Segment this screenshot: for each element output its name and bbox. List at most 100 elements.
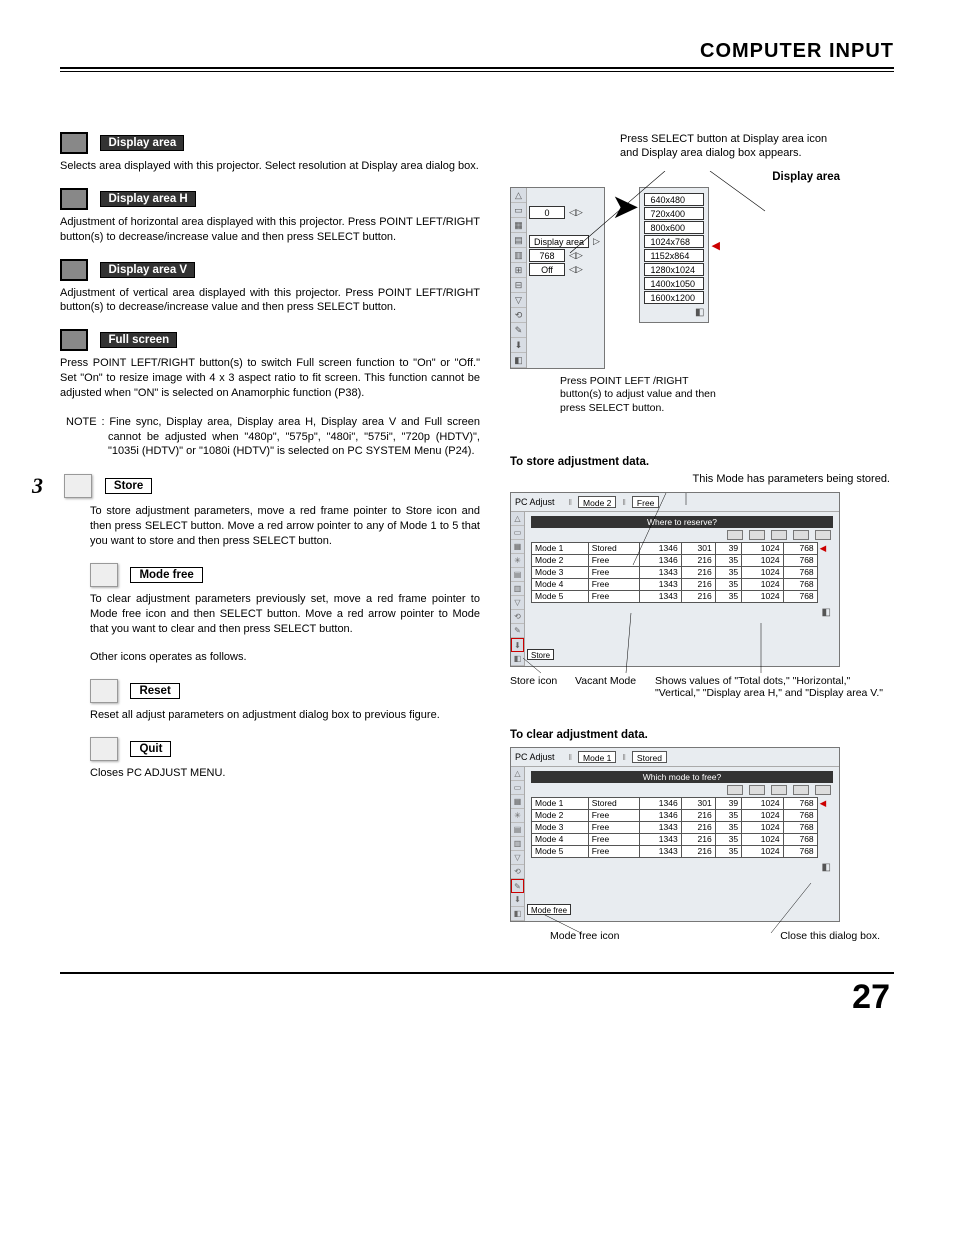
- sb-icon[interactable]: ▤: [511, 568, 524, 582]
- lr-arrow-icon-3[interactable]: ◁▷: [567, 264, 585, 275]
- mode-free-tag: Mode free: [527, 904, 571, 915]
- table-row[interactable]: Mode 4Free1343216351024768: [532, 833, 833, 845]
- sb-store-icon[interactable]: ⬇: [511, 638, 524, 652]
- sb-icon[interactable]: ▽: [511, 596, 524, 610]
- sb-icon[interactable]: ▥: [511, 582, 524, 596]
- resolution-option[interactable]: 1280x1024: [644, 263, 704, 276]
- store-text: To store adjustment parameters, move a r…: [90, 504, 480, 549]
- sb-quit-icon[interactable]: ◧: [511, 652, 524, 666]
- col-icons-2: [531, 785, 833, 797]
- resolution-option[interactable]: 1152x864: [644, 249, 704, 262]
- sb-icon[interactable]: ✳: [511, 554, 524, 568]
- store-table: Mode 1Stored1346301391024768◀Mode 2Free1…: [531, 542, 833, 603]
- resolution-option[interactable]: 1400x1050: [644, 277, 704, 290]
- sidebar-icon-6[interactable]: ⊟: [511, 278, 526, 293]
- callout-store-icon: Store icon: [510, 675, 565, 699]
- red-pointer-icon: ◀: [711, 239, 719, 252]
- sb-free-icon[interactable]: ✎: [511, 879, 524, 893]
- divider-icon: ‖: [622, 752, 626, 762]
- sidebar-icon-2[interactable]: ▦: [511, 218, 526, 233]
- sidebar-store-icon[interactable]: ⬇: [511, 338, 526, 353]
- quit-label: Quit: [130, 741, 171, 757]
- note-text: NOTE : Fine sync, Display area, Display …: [60, 415, 480, 460]
- sidebar-icon[interactable]: ▭: [511, 203, 526, 218]
- red-pointer-icon: ◀: [817, 542, 832, 554]
- sb-icon[interactable]: △: [511, 767, 524, 781]
- col-icons: [531, 530, 833, 542]
- col-icon: [727, 530, 743, 540]
- callout-values: Shows values of "Total dots," "Horizonta…: [655, 675, 890, 699]
- quit-text: Closes PC ADJUST MENU.: [90, 766, 480, 781]
- clear-close-icon[interactable]: ◧: [531, 858, 833, 873]
- table-row[interactable]: Mode 4Free1343216351024768: [532, 578, 833, 590]
- full-screen-label: Full screen: [100, 332, 177, 348]
- sidebar-icon-3[interactable]: ▤: [511, 233, 526, 248]
- enter-arrow-icon[interactable]: ▷: [591, 236, 602, 247]
- table-row[interactable]: Mode 3Free1343216351024768: [532, 566, 833, 578]
- reset-text: Reset all adjust parameters on adjustmen…: [90, 708, 480, 723]
- col-icon: [771, 530, 787, 540]
- resolution-option[interactable]: 720x400: [644, 207, 704, 220]
- quit-icon: [90, 737, 118, 761]
- lr-arrow-icon-2[interactable]: ◁▷: [567, 250, 585, 261]
- resolution-option[interactable]: 640x480: [644, 193, 704, 206]
- sb-icon[interactable]: ▤: [511, 823, 524, 837]
- sb-icon[interactable]: ▭: [511, 781, 524, 795]
- reset-icon: [90, 679, 118, 703]
- sidebar-down-icon[interactable]: ▽: [511, 293, 526, 308]
- section-display-area-h: Display area H Adjustment of horizontal …: [60, 188, 480, 245]
- sb-icon[interactable]: ✳: [511, 809, 524, 823]
- sidebar-icon-4[interactable]: ▥: [511, 248, 526, 263]
- display-area-title: Display area: [510, 171, 840, 183]
- resolution-option[interactable]: 1600x1200: [644, 291, 704, 304]
- clear-table: Mode 1Stored1346301391024768◀Mode 2Free1…: [531, 797, 833, 858]
- lr-arrow-icon[interactable]: ◁▷: [567, 207, 585, 218]
- value-display-area[interactable]: Display area: [529, 235, 589, 248]
- sidebar-up-icon[interactable]: △: [511, 188, 526, 203]
- sidebar-free-icon[interactable]: ✎: [511, 323, 526, 338]
- resolution-option[interactable]: 1024x768: [644, 235, 704, 248]
- clear-banner: Which mode to free?: [531, 771, 833, 783]
- close-icon[interactable]: ◧: [644, 305, 704, 318]
- step-3-row: 3 Store: [32, 473, 480, 499]
- table-row[interactable]: Mode 2Free1346216351024768: [532, 554, 833, 566]
- sb-icon[interactable]: ✎: [511, 624, 524, 638]
- table-row[interactable]: Mode 5Free1343216351024768: [532, 590, 833, 602]
- sb-icon[interactable]: ▽: [511, 851, 524, 865]
- sb-icon[interactable]: ▦: [511, 795, 524, 809]
- sb-icon[interactable]: ⟲: [511, 610, 524, 624]
- divider-icon-2: ‖: [622, 497, 626, 507]
- col-icon: [771, 785, 787, 795]
- resolution-option[interactable]: 800x600: [644, 221, 704, 234]
- left-column: Display area Selects area displayed with…: [60, 132, 480, 942]
- sb-icon[interactable]: ▭: [511, 526, 524, 540]
- table-row[interactable]: Mode 3Free1343216351024768: [532, 821, 833, 833]
- full-screen-text: Press POINT LEFT/RIGHT button(s) to swit…: [60, 356, 480, 401]
- header-mode: Mode 2: [578, 496, 616, 508]
- table-row[interactable]: Mode 1Stored1346301391024768◀: [532, 797, 833, 809]
- store-close-icon[interactable]: ◧: [531, 603, 833, 618]
- sb-store-icon[interactable]: ⬇: [511, 893, 524, 907]
- sb-icon[interactable]: ▥: [511, 837, 524, 851]
- table-row[interactable]: Mode 1Stored1346301391024768◀: [532, 542, 833, 554]
- header-status-2: Stored: [632, 751, 667, 763]
- sidebar-quit-icon[interactable]: ◧: [511, 353, 526, 368]
- table-row[interactable]: Mode 2Free1346216351024768: [532, 809, 833, 821]
- right-column: Press SELECT button at Display area icon…: [510, 132, 890, 942]
- sb-icon[interactable]: ▦: [511, 540, 524, 554]
- table-row[interactable]: Mode 5Free1343216351024768: [532, 845, 833, 857]
- sb-icon[interactable]: ⟲: [511, 865, 524, 879]
- sb-quit-icon[interactable]: ◧: [511, 907, 524, 921]
- sidebar-icon-5[interactable]: ⊞: [511, 263, 526, 278]
- section-mode-free: Mode free: [90, 563, 480, 587]
- display-area-v-icon: [60, 259, 88, 281]
- col-icon: [793, 785, 809, 795]
- callout-mode-free-icon: Mode free icon: [550, 930, 619, 942]
- store-section-title: To store adjustment data.: [510, 456, 890, 468]
- sb-icon[interactable]: △: [511, 512, 524, 526]
- sidebar-reset-icon[interactable]: ⟲: [511, 308, 526, 323]
- store-banner: Where to reserve?: [531, 516, 833, 528]
- display-area-h-label: Display area H: [100, 191, 195, 207]
- step-number-3: 3: [32, 473, 56, 499]
- value-768: 768: [529, 249, 565, 262]
